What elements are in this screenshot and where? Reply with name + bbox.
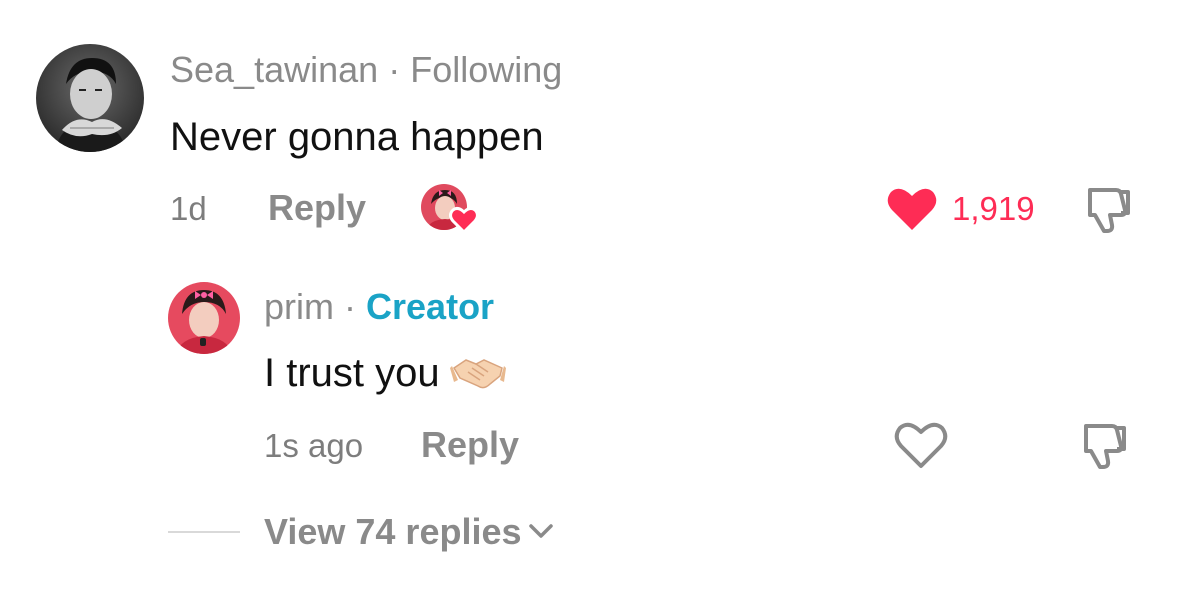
thumbs-down-icon[interactable] bbox=[1080, 182, 1134, 236]
commenter-username[interactable]: Sea_tawinan bbox=[170, 49, 378, 90]
replies-divider bbox=[168, 531, 240, 533]
reply-timestamp: 1s ago bbox=[264, 427, 364, 464]
reply-text-line: I trust you bbox=[264, 350, 506, 396]
reply-username[interactable]: prim bbox=[264, 286, 334, 327]
creator-avatar-image bbox=[168, 282, 240, 354]
reply-button[interactable]: Reply bbox=[268, 188, 366, 228]
handshake-emoji bbox=[449, 359, 506, 389]
heart-filled-icon[interactable] bbox=[886, 186, 938, 232]
view-replies-button[interactable]: View 74 replies bbox=[264, 512, 554, 552]
header-separator: · bbox=[388, 49, 401, 90]
like-count: 1,919 bbox=[952, 190, 1035, 227]
creator-tag: Creator bbox=[366, 286, 495, 327]
commenter-avatar-image bbox=[36, 44, 144, 152]
comment-text: Never gonna happen bbox=[170, 115, 544, 159]
creator-avatar[interactable] bbox=[168, 282, 240, 354]
chevron-down-icon bbox=[528, 524, 553, 538]
commenter-avatar[interactable] bbox=[36, 44, 144, 152]
following-label: Following bbox=[410, 49, 563, 90]
creator-liked-heart-icon bbox=[449, 206, 479, 234]
creator-liked-badge bbox=[421, 184, 479, 234]
reply-text: I trust you bbox=[264, 351, 440, 395]
commenter-header: Sea_tawinan · Following bbox=[170, 50, 562, 90]
heart-outline-icon[interactable] bbox=[894, 420, 948, 470]
comment-timestamp: 1d bbox=[170, 190, 207, 227]
header-separator: · bbox=[344, 286, 357, 327]
reply-header: prim · Creator bbox=[264, 287, 494, 327]
thumbs-down-icon[interactable] bbox=[1076, 418, 1130, 472]
view-replies-label: View 74 replies bbox=[264, 511, 522, 552]
reply-button[interactable]: Reply bbox=[421, 425, 519, 465]
